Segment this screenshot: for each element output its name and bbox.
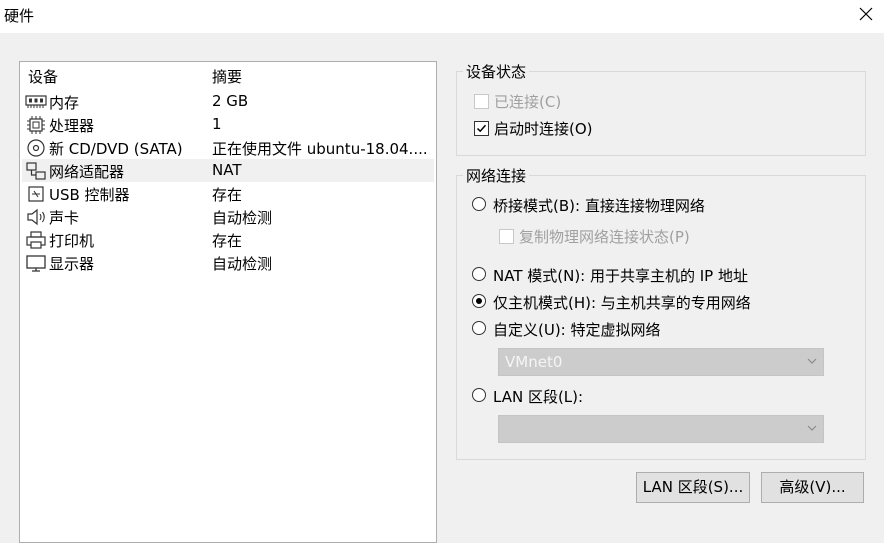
connected-checkbox-box — [474, 94, 489, 109]
replicate-state-label: 复制物理网络连接状态(P) — [519, 228, 690, 246]
custom-radio-circle — [472, 321, 486, 335]
bridged-label: 桥接模式(B): 直接连接物理网络 — [493, 197, 705, 215]
network-connection-title: 网络连接 — [463, 165, 530, 186]
device-row-usb-controller[interactable]: USB 控制器 存在 — [22, 182, 434, 205]
device-summary: NAT — [212, 161, 242, 179]
device-status-group: 设备状态 已连接(C) 启动时连接(O) — [456, 61, 866, 156]
custom-network-value: VMnet0 — [505, 353, 563, 371]
device-row-display[interactable]: 显示器 自动检测 — [22, 251, 434, 274]
lan-segments-button[interactable]: LAN 区段(S)... — [636, 472, 750, 503]
device-summary: 1 — [212, 115, 222, 133]
custom-network-select[interactable]: VMnet0 — [498, 348, 824, 376]
window-title: 硬件 — [4, 7, 35, 25]
usb-icon — [28, 186, 44, 202]
bridged-radio-circle — [472, 197, 486, 211]
device-name: 声卡 — [49, 209, 80, 227]
device-name: 显示器 — [49, 255, 95, 273]
device-row-sound-card[interactable]: 声卡 自动检测 — [22, 205, 434, 228]
host-only-label: 仅主机模式(H): 与主机共享的专用网络 — [493, 294, 751, 312]
device-row-network-adapter[interactable]: 网络适配器 NAT — [22, 159, 434, 182]
device-summary: 存在 — [212, 186, 243, 204]
device-name: 网络适配器 — [49, 163, 125, 181]
device-name: 内存 — [49, 94, 80, 112]
chevron-down-icon — [807, 425, 817, 431]
memory-icon — [25, 95, 47, 108]
device-row-memory[interactable]: 内存 2 GB — [22, 90, 434, 113]
device-row-cd-dvd[interactable]: 新 CD/DVD (SATA) 正在使用文件 ubuntu-18.04.... — [22, 136, 434, 159]
device-summary: 存在 — [212, 232, 243, 250]
column-header-summary[interactable]: 摘要 — [212, 66, 242, 87]
custom-label: 自定义(U): 特定虚拟网络 — [493, 321, 661, 339]
device-status-title: 设备状态 — [463, 61, 530, 82]
speaker-icon — [27, 208, 45, 226]
close-button[interactable] — [846, 0, 884, 30]
device-name: 处理器 — [49, 117, 95, 135]
title-bar: 硬件 — [0, 0, 884, 33]
connect-at-power-on-checkbox-box — [474, 121, 489, 136]
connected-label: 已连接(C) — [494, 93, 562, 111]
printer-icon — [26, 231, 46, 249]
device-row-processor[interactable]: 处理器 1 — [22, 113, 434, 136]
device-name: 新 CD/DVD (SATA) — [49, 140, 183, 158]
device-summary: 正在使用文件 ubuntu-18.04.... — [212, 140, 428, 158]
network-adapter-icon — [26, 162, 46, 180]
advanced-button[interactable]: 高级(V)... — [761, 472, 864, 503]
close-icon — [859, 7, 873, 21]
device-summary: 自动检测 — [212, 209, 273, 227]
replicate-state-checkbox-box — [499, 229, 514, 244]
lan-segment-label: LAN 区段(L): — [493, 388, 584, 406]
connect-at-power-on-label: 启动时连接(O) — [494, 120, 593, 138]
column-header-device[interactable]: 设备 — [28, 66, 58, 87]
device-summary: 自动检测 — [212, 255, 273, 273]
device-summary: 2 GB — [212, 92, 249, 110]
device-name: USB 控制器 — [49, 186, 130, 204]
processor-icon — [27, 116, 45, 134]
device-name: 打印机 — [49, 232, 95, 250]
network-connection-group: 网络连接 桥接模式(B): 直接连接物理网络 复制物理网络连接状态(P) NAT… — [456, 165, 866, 460]
nat-label: NAT 模式(N): 用于共享主机的 IP 地址 — [493, 267, 749, 285]
lan-segment-select[interactable] — [498, 415, 824, 443]
nat-radio-circle — [472, 267, 486, 281]
checkmark-icon — [476, 124, 487, 133]
display-icon — [26, 255, 46, 272]
lan-segment-radio-circle — [472, 388, 486, 402]
radio-selected-dot — [476, 298, 482, 304]
cd-dvd-icon — [27, 139, 45, 157]
device-row-printer[interactable]: 打印机 存在 — [22, 228, 434, 251]
chevron-down-icon — [807, 358, 817, 364]
device-list[interactable]: 设备 摘要 内存 2 GB 处理器 1 新 CD/DVD (SATA) 正在使用… — [19, 61, 437, 543]
host-only-radio-circle — [472, 294, 486, 308]
